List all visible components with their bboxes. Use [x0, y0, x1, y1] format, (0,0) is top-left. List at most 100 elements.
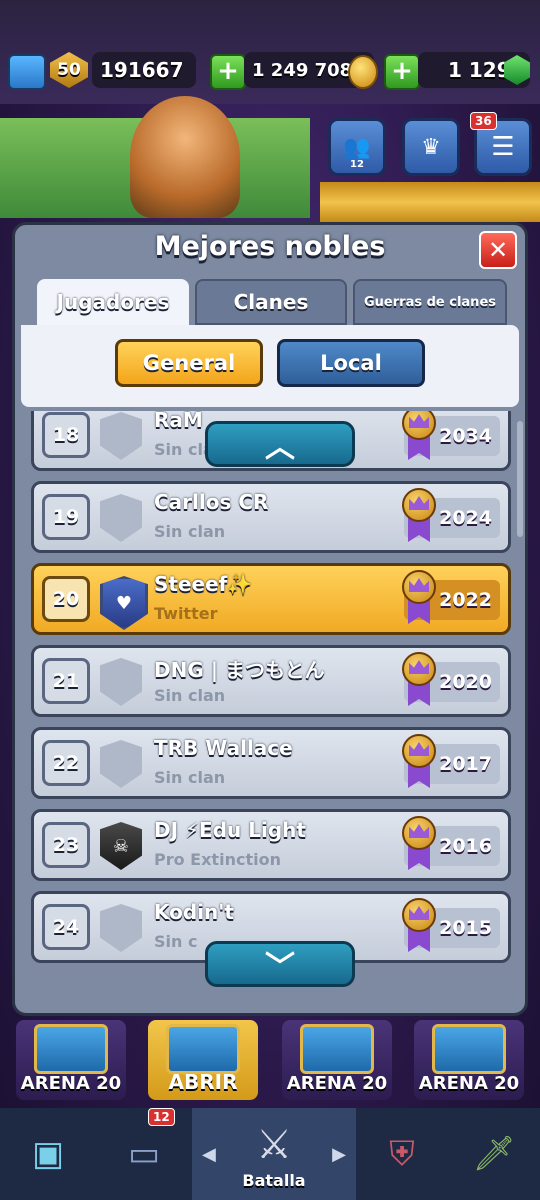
empty-clan-shield-icon: [100, 904, 142, 952]
nav-events[interactable]: 🗡: [448, 1108, 540, 1200]
chest-slot-3[interactable]: ARENA 20: [282, 1020, 392, 1100]
tab-guerras-de-clanes[interactable]: Guerras de clanes: [353, 279, 507, 325]
chest-slot-2[interactable]: ABRIR: [148, 1020, 258, 1100]
nav-battle[interactable]: ◀ ⚔ ▶ Batalla: [192, 1108, 356, 1200]
clan-badge-icon: ♥: [100, 576, 148, 630]
empty-clan-shield-icon: [100, 740, 142, 788]
noble-medal-icon: [402, 652, 436, 708]
rank-badge: 24: [42, 904, 90, 950]
rank-badge: 19: [42, 494, 90, 540]
rank-badge: 18: [42, 412, 90, 458]
chest-icon: [432, 1024, 506, 1074]
menu-notification-badge: 36: [470, 112, 497, 130]
player-name: Steeef✨: [154, 572, 253, 596]
add-gold-button[interactable]: +: [210, 54, 246, 90]
chevron-down-icon: ﹀: [265, 950, 295, 985]
chest-icon: [300, 1024, 374, 1074]
nav-clan[interactable]: ⛨: [356, 1108, 448, 1200]
player-name: DJ ⚡Edu Light: [154, 818, 306, 842]
miner-character: [130, 96, 240, 218]
leaderboard-row[interactable]: 22 TRB Wallace Sin clan 2017: [31, 727, 511, 799]
leaderboard-row[interactable]: 19 Carllos CR Sin clan 2024: [31, 481, 511, 553]
shop-chest-icon: ▣: [31, 1134, 65, 1174]
player-name: DNG | まつもとん: [154, 658, 325, 682]
bottom-nav: ▣ ▭ 12 ◀ ⚔ ▶ Batalla ⛨ 🗡: [0, 1108, 540, 1200]
chest-label: ARENA 20: [286, 1073, 388, 1094]
noble-medal-icon: [402, 411, 436, 462]
crown-icon[interactable]: [8, 54, 46, 90]
clan-badge-icon: ☠: [100, 822, 142, 870]
close-button[interactable]: ✕: [479, 231, 517, 269]
clan-name: Sin c: [154, 932, 198, 951]
modal-title: Mejores nobles: [154, 231, 386, 262]
rank-badge: 22: [42, 740, 90, 786]
player-name: RaM: [154, 411, 203, 432]
noble-medal-icon: [402, 488, 436, 544]
chest-slot-1[interactable]: ARENA 20: [16, 1020, 126, 1100]
chest-icon: [166, 1024, 240, 1074]
general-filter-button[interactable]: General: [115, 339, 263, 387]
cards-icon: ▭: [127, 1134, 161, 1174]
tab-clanes[interactable]: Clanes: [195, 279, 347, 325]
leaderboard-list[interactable]: 18 RaM Sin clan 2034 19 Carllos CR Sin clan 202…: [23, 411, 511, 1001]
chevron-right-icon: ▶: [332, 1143, 346, 1165]
noble-medal-icon: [402, 898, 436, 954]
clan-crown-icon: ♛: [421, 134, 441, 160]
leaderboard-row[interactable]: 20 ♥ Steeef✨ Twitter 2022: [31, 563, 511, 635]
clan-shield-icon: ⛨: [389, 1134, 415, 1174]
crossed-swords-icon: ⚔: [256, 1122, 292, 1168]
skull-icon: ☠: [112, 835, 130, 857]
leaderboard-modal: Mejores nobles ✕ Jugadores Clanes Guerra…: [12, 222, 528, 1016]
filter-bar: General Local: [21, 325, 519, 407]
list-scrollbar[interactable]: [517, 421, 523, 537]
laurel-sword-icon: 🗡: [472, 1134, 516, 1174]
chest-label: ARENA 20: [418, 1073, 520, 1094]
friends-count: 12: [350, 159, 364, 170]
clan-name: Sin clan: [154, 522, 226, 541]
chest-label: ARENA 20: [20, 1073, 122, 1094]
noble-medal-icon: [402, 734, 436, 790]
empty-clan-shield-icon: [100, 412, 142, 460]
rank-badge: 20: [42, 576, 90, 622]
clan-name: Sin clan: [154, 686, 226, 705]
noble-medal-icon: [402, 570, 436, 626]
rank-badge: 21: [42, 658, 90, 704]
chest-slot-4[interactable]: ARENA 20: [414, 1020, 524, 1100]
scroll-down-button[interactable]: ﹀: [205, 941, 355, 987]
trophy-count: 191667: [100, 58, 184, 82]
leaderboard-row[interactable]: 21 DNG | まつもとん Sin clan 2020: [31, 645, 511, 717]
clan-name: Sin clan: [154, 768, 226, 787]
clan-name: Pro Extinction: [154, 850, 281, 869]
level-badge: 50: [50, 52, 88, 88]
player-name: TRB Wallace: [154, 736, 293, 760]
leaderboard-row[interactable]: 23 ☠ DJ ⚡Edu Light Pro Extinction 2016: [31, 809, 511, 881]
noble-medal-icon: [402, 816, 436, 872]
gold-count: 1 249 708: [252, 59, 353, 81]
empty-clan-shield-icon: [100, 494, 142, 542]
add-gems-button[interactable]: +: [384, 54, 420, 90]
player-name: Carllos CR: [154, 490, 269, 514]
chest-icon: [34, 1024, 108, 1074]
clan-button[interactable]: ♛: [402, 118, 460, 176]
nav-cards[interactable]: ▭ 12: [96, 1108, 192, 1200]
rank-badge: 23: [42, 822, 90, 868]
battle-label: Batalla: [242, 1171, 306, 1190]
empty-clan-shield-icon: [100, 658, 142, 706]
gold-coin-icon: [348, 55, 378, 89]
chevron-up-icon: ︿: [265, 430, 295, 465]
friends-icon: 👥: [343, 134, 371, 160]
chest-open-label: ABRIR: [168, 1070, 238, 1094]
gold-ribbon: [320, 182, 540, 222]
cards-badge: 12: [148, 1108, 175, 1126]
chevron-left-icon: ◀: [202, 1143, 216, 1165]
menu-icon: ☰: [491, 132, 515, 162]
clan-name: Twitter: [154, 604, 218, 623]
gem-count: 1 129: [448, 58, 511, 82]
heart-icon: ♥: [115, 592, 133, 614]
top-bar: 50 191667 + 1 249 708 + 1 129: [0, 0, 540, 104]
scroll-up-button[interactable]: ︿: [205, 421, 355, 467]
nav-shop[interactable]: ▣: [0, 1108, 96, 1200]
local-filter-button[interactable]: Local: [277, 339, 425, 387]
tab-jugadores[interactable]: Jugadores: [37, 279, 189, 325]
trophy-counter: 191667: [92, 52, 196, 88]
